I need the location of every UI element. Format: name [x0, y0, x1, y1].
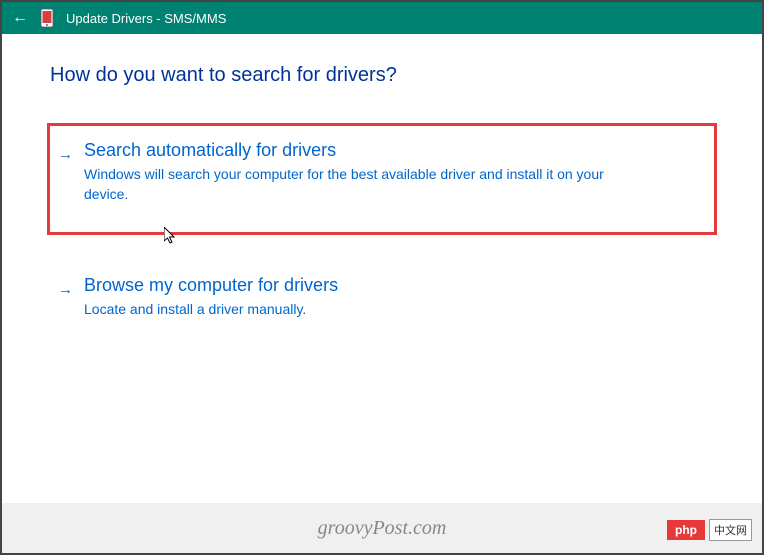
option-search-automatically[interactable]: → Search automatically for drivers Windo… [47, 123, 717, 235]
option-description: Locate and install a driver manually. [84, 300, 644, 320]
option-title: Search automatically for drivers [84, 140, 702, 161]
watermark-text: groovyPost.com [318, 517, 447, 540]
option-browse-computer[interactable]: → Browse my computer for drivers Locate … [50, 261, 714, 338]
back-arrow-icon[interactable]: ← [10, 9, 30, 27]
php-badge: php [667, 520, 705, 540]
cn-badge-text: 中文网 [709, 519, 752, 541]
arrow-right-icon: → [58, 281, 74, 298]
option-body: Browse my computer for drivers Locate an… [84, 275, 702, 320]
page-heading: How do you want to search for drivers? [50, 64, 714, 87]
source-badge: php 中文网 [667, 519, 752, 541]
footer-bar: groovyPost.com php 中文网 [2, 503, 762, 553]
main-content: How do you want to search for drivers? →… [2, 34, 762, 338]
device-icon [40, 8, 56, 28]
option-description: Windows will search your computer for th… [84, 165, 644, 204]
option-body: Search automatically for drivers Windows… [84, 140, 702, 204]
arrow-right-icon: → [58, 146, 74, 163]
option-title: Browse my computer for drivers [84, 275, 702, 296]
window-title: Update Drivers - SMS/MMS [66, 11, 226, 26]
titlebar: ← Update Drivers - SMS/MMS [2, 2, 762, 34]
